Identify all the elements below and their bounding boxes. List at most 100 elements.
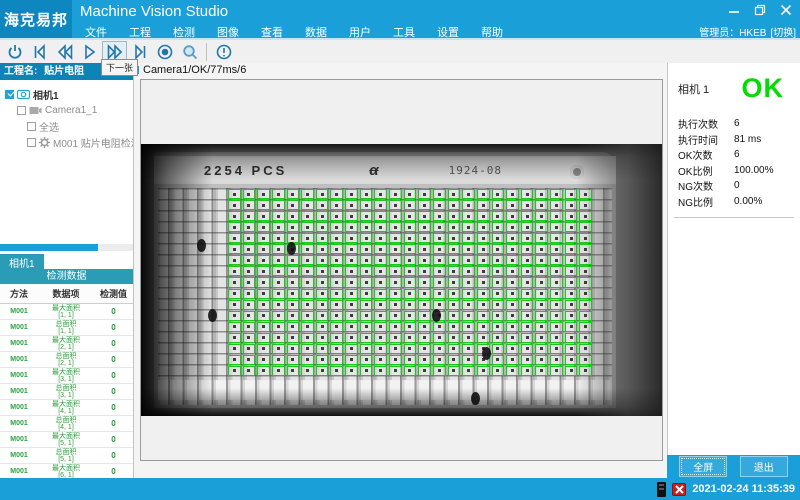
detection-box <box>521 366 534 376</box>
detection-box <box>301 233 314 243</box>
prev-frame-icon[interactable] <box>52 41 77 62</box>
close-icon[interactable] <box>778 3 794 17</box>
detection-box <box>550 277 563 287</box>
cell-item: 总面积[1, 1] <box>38 321 94 335</box>
detection-box <box>272 300 285 310</box>
detection-box <box>579 266 592 276</box>
table-row[interactable]: M001最大面积[4, 1]0 <box>0 400 133 416</box>
first-frame-icon[interactable] <box>27 41 52 62</box>
fullscreen-button[interactable]: 全屏 <box>679 456 727 477</box>
power-icon[interactable] <box>2 41 27 62</box>
stat-value: 6 <box>734 118 740 129</box>
stat-label: NG比例 <box>678 194 734 209</box>
menu-item[interactable]: 工具 <box>382 23 426 41</box>
record-icon[interactable] <box>152 41 177 62</box>
menu-item[interactable]: 检测 <box>162 23 206 41</box>
exit-button[interactable]: 退出 <box>740 456 788 477</box>
tree-item[interactable]: 全选 <box>3 118 130 134</box>
horizontal-scrollbar[interactable] <box>0 244 133 251</box>
detection-box <box>287 322 300 332</box>
detection-box <box>228 211 241 221</box>
tree-item-checkbox[interactable] <box>27 122 36 131</box>
detection-box <box>345 311 358 321</box>
menu-item[interactable]: 用户 <box>338 23 382 41</box>
minimize-icon[interactable] <box>726 3 742 17</box>
tree-item[interactable]: 相机1 <box>3 86 130 102</box>
menu-item[interactable]: 图像 <box>206 23 250 41</box>
missing-chip-blob <box>197 239 206 252</box>
detection-box <box>448 255 461 265</box>
detection-box <box>506 289 519 299</box>
detection-box <box>418 277 431 287</box>
bottom-button-strip: 全屏 退出 <box>667 455 800 478</box>
menu-item[interactable]: 查看 <box>250 23 294 41</box>
detection-box <box>374 322 387 332</box>
detection-box <box>287 200 300 210</box>
detection-box <box>521 266 534 276</box>
detection-box <box>477 189 490 199</box>
detection-box <box>492 266 505 276</box>
detection-box <box>477 222 490 232</box>
detection-box <box>565 189 578 199</box>
detection-box <box>404 222 417 232</box>
detection-box <box>579 322 592 332</box>
detection-box <box>243 222 256 232</box>
image-viewer[interactable]: 2254 PCS α 1924-08 <box>140 79 663 461</box>
table-row[interactable]: M001总面积[5, 1]0 <box>0 448 133 464</box>
table-row[interactable]: M001最大面积[5, 1]0 <box>0 432 133 448</box>
detection-box <box>404 200 417 210</box>
table-row[interactable]: M001最大面积[3, 1]0 <box>0 368 133 384</box>
tree-item-checkbox[interactable] <box>27 138 36 147</box>
table-row[interactable]: M001总面积[1, 1]0 <box>0 320 133 336</box>
tree-item-checkbox[interactable] <box>17 106 26 115</box>
info-icon[interactable] <box>211 41 236 62</box>
tree-item[interactable]: M001 贴片电阻检测 <box>3 134 130 150</box>
detection-box <box>374 244 387 254</box>
detection-box <box>330 200 343 210</box>
detection-box <box>345 333 358 343</box>
table-row[interactable]: M001总面积[4, 1]0 <box>0 416 133 432</box>
table-row[interactable]: M001总面积[3, 1]0 <box>0 384 133 400</box>
detection-box <box>418 300 431 310</box>
detection-box <box>433 277 446 287</box>
ok-status-badge: OK <box>742 73 785 104</box>
detection-box <box>243 333 256 343</box>
detection-box <box>243 344 256 354</box>
detection-box <box>579 366 592 376</box>
table-row[interactable]: M001最大面积[6, 1]0 <box>0 464 133 478</box>
tray-date-stamp: 1924-08 <box>449 164 502 177</box>
detection-box <box>550 233 563 243</box>
menu-item[interactable]: 设置 <box>426 23 470 41</box>
detection-box <box>360 255 373 265</box>
detection-box <box>462 322 475 332</box>
detection-box <box>272 366 285 376</box>
table-row[interactable]: M001最大面积[1, 1]0 <box>0 304 133 320</box>
detection-box <box>316 366 329 376</box>
detection-box <box>448 322 461 332</box>
play-icon[interactable] <box>77 41 102 62</box>
detection-box <box>345 289 358 299</box>
table-row[interactable]: M001总面积[2, 1]0 <box>0 352 133 368</box>
missing-chip-blob <box>208 309 217 322</box>
detection-box <box>448 300 461 310</box>
detection-box <box>448 233 461 243</box>
detection-box <box>418 344 431 354</box>
table-row[interactable]: M001最大面积[2, 1]0 <box>0 336 133 352</box>
detection-box <box>521 244 534 254</box>
tray-hole <box>570 165 584 179</box>
menu-item[interactable]: 工程 <box>118 23 162 41</box>
detection-box <box>257 222 270 232</box>
menu-item[interactable]: 文件 <box>74 23 118 41</box>
stat-row: NG比例0.00% <box>678 194 800 210</box>
menu-item[interactable]: 数据 <box>294 23 338 41</box>
zoom-icon[interactable] <box>177 41 202 62</box>
menu-item[interactable]: 帮助 <box>470 23 514 41</box>
scrollbar-thumb[interactable] <box>0 244 98 251</box>
detection-box <box>228 244 241 254</box>
switch-user-button[interactable]: [切换] <box>770 24 796 39</box>
detection-box <box>243 244 256 254</box>
tree-item[interactable]: Camera1_1 <box>3 102 130 118</box>
tree-item-checkbox[interactable] <box>5 90 14 99</box>
restore-icon[interactable] <box>752 3 768 17</box>
detection-box <box>287 255 300 265</box>
